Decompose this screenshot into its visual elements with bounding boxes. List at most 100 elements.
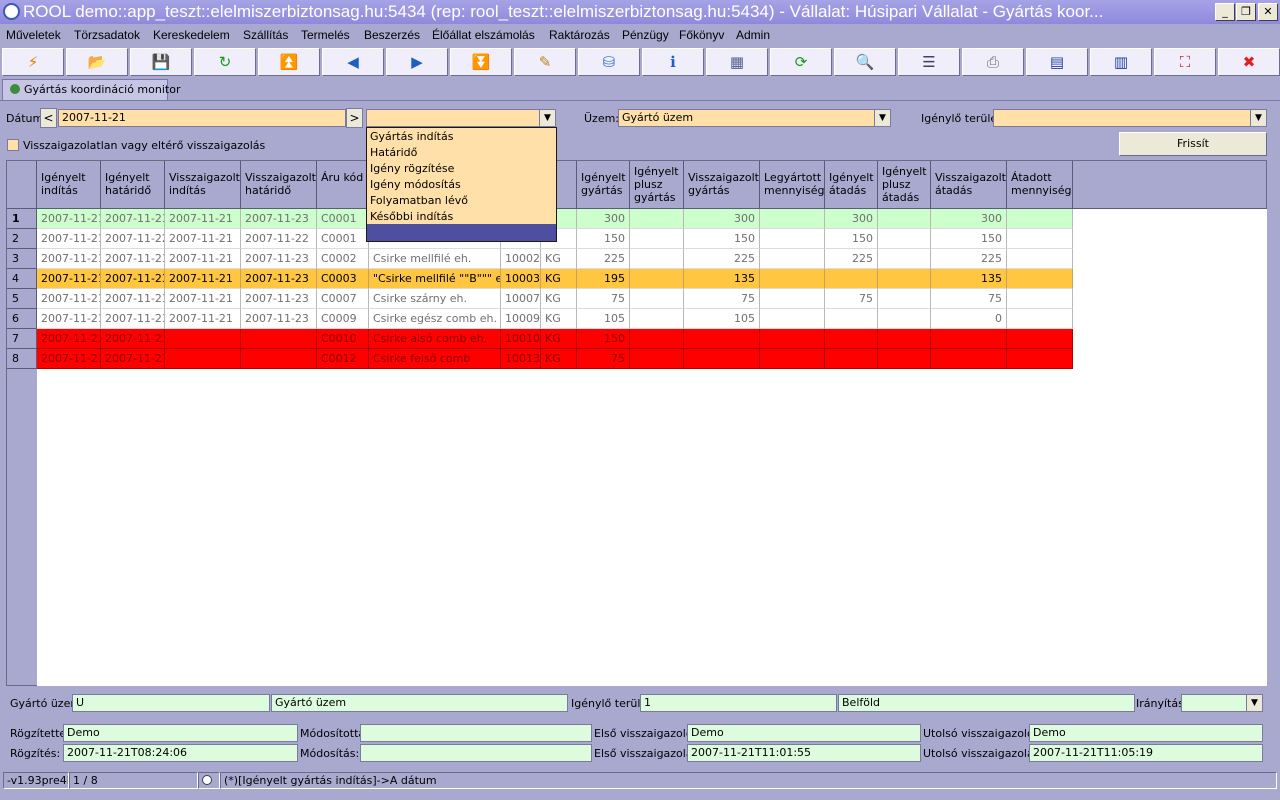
table-cell[interactable]: 2007-11-23: [241, 209, 317, 229]
table-cell[interactable]: 10003: [501, 269, 541, 289]
table-cell[interactable]: 300: [577, 209, 630, 229]
previous-button[interactable]: ◀: [322, 48, 384, 76]
table-cell[interactable]: C0009: [317, 309, 369, 329]
table-cell[interactable]: [760, 249, 825, 269]
gyarto-uzem-code-field[interactable]: U: [72, 694, 270, 712]
table-cell[interactable]: 300: [684, 209, 760, 229]
dropdown-option[interactable]: Gyártás indítás: [370, 129, 453, 145]
table-cell[interactable]: [1007, 209, 1073, 229]
table-cell[interactable]: [760, 329, 825, 349]
table-cell[interactable]: [684, 349, 760, 369]
table-cell[interactable]: [760, 349, 825, 369]
table-cell[interactable]: 2007-11-23: [241, 289, 317, 309]
table-cell[interactable]: 75: [684, 289, 760, 309]
table-cell[interactable]: [878, 349, 931, 369]
visszaigazolatlan-checkbox[interactable]: [7, 139, 19, 151]
table-cell[interactable]: 135: [684, 269, 760, 289]
table-cell[interactable]: C0001: [317, 209, 369, 229]
table-cell[interactable]: Csirke felső comb: [369, 349, 501, 369]
row-header[interactable]: 5: [7, 289, 37, 309]
table-cell[interactable]: [165, 349, 241, 369]
close-button[interactable]: ✕: [1258, 3, 1278, 21]
modositotta-field[interactable]: [360, 724, 592, 742]
column-header[interactable]: Átadott mennyiség: [1007, 161, 1073, 209]
table-cell[interactable]: [1007, 349, 1073, 369]
table-cell[interactable]: [1007, 249, 1073, 269]
table-cell[interactable]: 2007-11-21: [165, 269, 241, 289]
table-cell[interactable]: C0010: [317, 329, 369, 349]
prev-date-button[interactable]: <: [40, 108, 57, 128]
table-cell[interactable]: Csirke szárny eh.: [369, 289, 501, 309]
table-cell[interactable]: 2007-11-21: [165, 309, 241, 329]
table-cell[interactable]: 2007-11-21: [37, 249, 101, 269]
table-cell[interactable]: 10010: [501, 329, 541, 349]
table-cell[interactable]: 105: [577, 309, 630, 329]
table-cell[interactable]: 0: [931, 309, 1007, 329]
table-cell[interactable]: C0001: [317, 229, 369, 249]
table-cell[interactable]: KG: [541, 349, 577, 369]
datum-field[interactable]: 2007-11-21: [58, 109, 346, 127]
table-cell[interactable]: 2007-11-21: [165, 289, 241, 309]
first-record-button[interactable]: ⏫: [258, 48, 320, 76]
table-cell[interactable]: 2007-11-21: [37, 329, 101, 349]
next-date-button[interactable]: >: [346, 108, 363, 128]
table-cell[interactable]: 75: [577, 289, 630, 309]
table-cell[interactable]: 2007-11-21: [37, 309, 101, 329]
refresh-button[interactable]: ⟳: [770, 48, 832, 76]
table-cell[interactable]: 2007-11-23: [101, 209, 165, 229]
menu-szallitas[interactable]: Szállítás: [243, 28, 288, 42]
table-cell[interactable]: 150: [931, 229, 1007, 249]
restore-button[interactable]: ❐: [1236, 3, 1256, 21]
import-grid-button[interactable]: ▥: [1090, 48, 1152, 76]
table-cell[interactable]: 135: [931, 269, 1007, 289]
table-cell[interactable]: 2007-11-23: [101, 249, 165, 269]
table-cell[interactable]: 195: [577, 269, 630, 289]
table-cell[interactable]: 10009: [501, 309, 541, 329]
row-header[interactable]: 8: [7, 349, 37, 369]
column-header[interactable]: Visszaigazolt gyártás: [684, 161, 760, 209]
mode-select[interactable]: ▼: [366, 109, 556, 127]
table-cell[interactable]: [630, 209, 684, 229]
row-header[interactable]: 1: [7, 209, 37, 229]
row-header[interactable]: 4: [7, 269, 37, 289]
table-cell[interactable]: 150: [577, 229, 630, 249]
table-cell[interactable]: [1007, 229, 1073, 249]
table-cell[interactable]: C0012: [317, 349, 369, 369]
table-cell[interactable]: [931, 349, 1007, 369]
table-cell[interactable]: [931, 329, 1007, 349]
column-header[interactable]: Igényelt határidő: [101, 161, 165, 209]
menu-beszerzes[interactable]: Beszerzés: [364, 28, 420, 42]
dropdown-option[interactable]: Folyamatban lévő: [370, 193, 468, 209]
table-cell[interactable]: [165, 329, 241, 349]
table-cell[interactable]: "Csirke mellfilé ""B""" eh.": [369, 269, 501, 289]
table-cell[interactable]: 2007-11-23: [101, 269, 165, 289]
table-cell[interactable]: KG: [541, 249, 577, 269]
table-cell[interactable]: KG: [541, 289, 577, 309]
menu-raktarozas[interactable]: Raktározás: [549, 28, 610, 42]
table-cell[interactable]: [760, 229, 825, 249]
column-header[interactable]: Igényelt plusz gyártás: [630, 161, 684, 209]
table-cell[interactable]: KG: [541, 329, 577, 349]
modositas-field[interactable]: [360, 744, 592, 762]
table-cell[interactable]: 10007: [501, 289, 541, 309]
table-cell[interactable]: 2007-11-22: [241, 229, 317, 249]
igenylo-terulet-name-field[interactable]: Belföld: [838, 694, 1135, 712]
open-folder-button[interactable]: 📂: [66, 48, 128, 76]
table-cell[interactable]: 2007-11-21: [37, 209, 101, 229]
column-header[interactable]: Visszaigazolt átadás: [931, 161, 1007, 209]
table-cell[interactable]: 2007-11-23: [101, 289, 165, 309]
row-header[interactable]: 2: [7, 229, 37, 249]
column-header[interactable]: Visszaigazolt indítás: [165, 161, 241, 209]
dropdown-option[interactable]: Későbbi indítás: [370, 209, 453, 225]
table-cell[interactable]: 10013: [501, 349, 541, 369]
undo-button[interactable]: ↻: [194, 48, 256, 76]
menu-torzsadatok[interactable]: Törzsadatok: [74, 28, 140, 42]
utolso-visszaigazolo-field[interactable]: Demo: [1029, 724, 1263, 742]
table-cell[interactable]: [630, 229, 684, 249]
table-cell[interactable]: [825, 269, 878, 289]
gyarto-uzem-name-field[interactable]: Gyártó üzem: [271, 694, 568, 712]
column-header[interactable]: Visszaigazolt határidő: [241, 161, 317, 209]
table-cell[interactable]: C0007: [317, 289, 369, 309]
table-cell[interactable]: Csirke alsó comb eh.: [369, 329, 501, 349]
table-cell[interactable]: [878, 309, 931, 329]
